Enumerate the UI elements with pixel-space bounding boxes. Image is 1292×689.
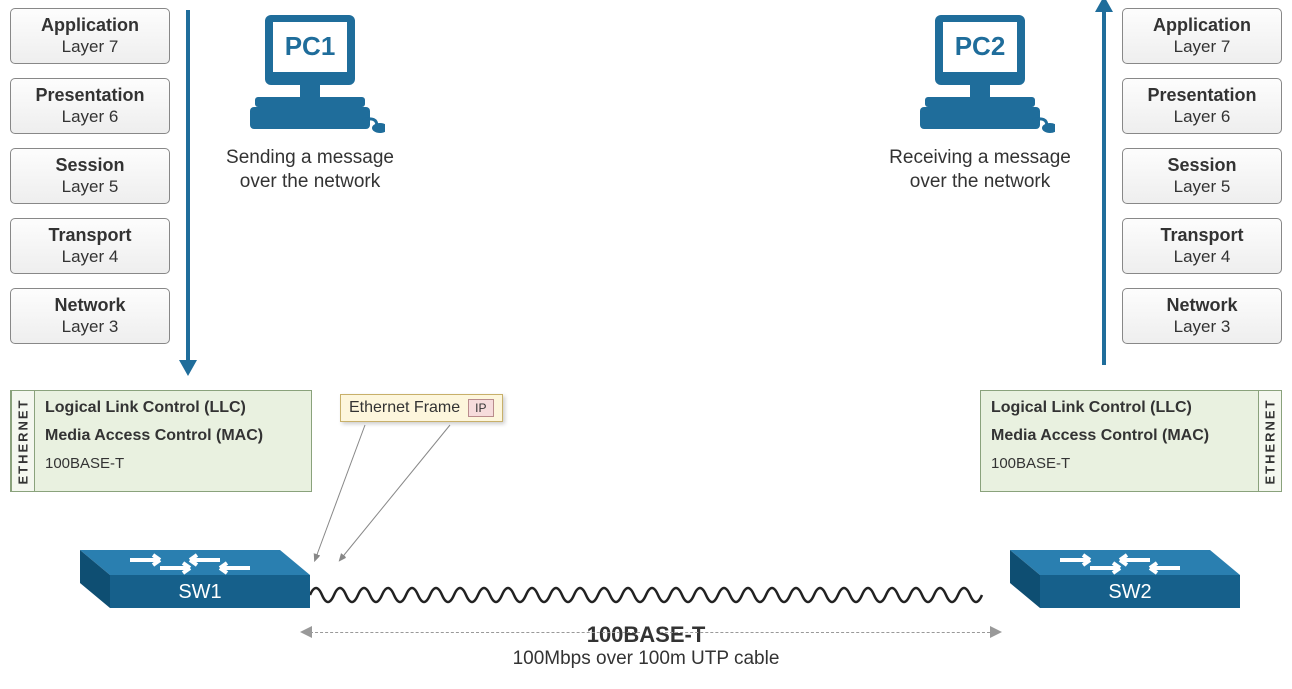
ethernet-sublayers-left: ETHERNET Logical Link Control (LLC) Medi… <box>10 390 312 492</box>
computer-icon: PC2 <box>905 10 1055 140</box>
osi-transport: TransportLayer 4 <box>1122 218 1282 274</box>
osi-network: NetworkLayer 3 <box>1122 288 1282 344</box>
osi-layer-title: Session <box>11 155 169 177</box>
osi-layer-sub: Layer 3 <box>11 317 169 337</box>
pointer-lines <box>300 420 520 580</box>
llc-label: Logical Link Control (LLC) <box>45 399 301 417</box>
llc-label: Logical Link Control (LLC) <box>991 399 1248 417</box>
ethernet-tab: ETHERNET <box>1258 391 1281 491</box>
osi-layer-title: Transport <box>11 225 169 247</box>
switch-sw2: SW2 <box>1000 520 1240 615</box>
mac-label: Media Access Control (MAC) <box>45 427 301 445</box>
caption-line: Receiving a message <box>889 147 1071 168</box>
link-title: 100BASE-T <box>0 622 1292 648</box>
frame-label: Ethernet Frame <box>349 399 460 417</box>
osi-layer-sub: Layer 5 <box>11 177 169 197</box>
pc2-caption: Receiving a message over the network <box>850 146 1110 194</box>
pc-label: PC1 <box>285 31 336 61</box>
osi-session: SessionLayer 5 <box>10 148 170 204</box>
switch-sw1: SW1 <box>70 520 310 615</box>
osi-layer-sub: Layer 4 <box>11 247 169 267</box>
osi-layer-title: Transport <box>1123 225 1281 247</box>
pc1: PC1 Sending a message over the network <box>180 10 440 194</box>
osi-layer-sub: Layer 4 <box>1123 247 1281 267</box>
ethernet-tab: ETHERNET <box>11 391 35 491</box>
utp-cable-icon <box>310 580 990 610</box>
ethernet-body: Logical Link Control (LLC) Media Access … <box>35 391 311 491</box>
osi-layer-sub: Layer 6 <box>1123 107 1281 127</box>
arrowhead-down-icon <box>179 360 197 376</box>
osi-application: ApplicationLayer 7 <box>1122 8 1282 64</box>
osi-layer-title: Session <box>1123 155 1281 177</box>
phy-label: 100BASE-T <box>45 455 301 472</box>
caption-line: over the network <box>240 171 380 192</box>
range-arrow-right-icon <box>990 626 1002 638</box>
phy-label: 100BASE-T <box>991 455 1248 472</box>
caption-line: Sending a message <box>226 147 394 168</box>
caption-line: over the network <box>910 171 1050 192</box>
osi-stack-right: ApplicationLayer 7 PresentationLayer 6 S… <box>1122 8 1282 358</box>
osi-stack-left: ApplicationLayer 7 PresentationLayer 6 S… <box>10 8 170 358</box>
switch-icon: SW2 <box>1000 520 1240 615</box>
osi-layer-title: Network <box>11 295 169 317</box>
osi-network: NetworkLayer 3 <box>10 288 170 344</box>
osi-layer-title: Presentation <box>1123 85 1281 107</box>
ethernet-frame-tag: Ethernet Frame IP <box>340 394 503 422</box>
link-label: 100BASE-T 100Mbps over 100m UTP cable <box>0 622 1292 670</box>
ethernet-tab-label: ETHERNET <box>1263 398 1278 484</box>
pc-label: PC2 <box>955 31 1006 61</box>
range-line-left <box>310 632 640 634</box>
range-line-right <box>660 632 990 634</box>
pc2: PC2 Receiving a message over the network <box>850 10 1110 194</box>
osi-layer-title: Presentation <box>11 85 169 107</box>
osi-layer-sub: Layer 5 <box>1123 177 1281 197</box>
diagram-canvas: ApplicationLayer 7 PresentationLayer 6 S… <box>0 0 1292 689</box>
computer-icon: PC1 <box>235 10 385 140</box>
osi-session: SessionLayer 5 <box>1122 148 1282 204</box>
osi-layer-title: Application <box>1123 15 1281 37</box>
osi-layer-title: Application <box>11 15 169 37</box>
ethernet-body: Logical Link Control (LLC) Media Access … <box>981 391 1258 491</box>
ethernet-sublayers-right: ETHERNET Logical Link Control (LLC) Medi… <box>980 390 1282 492</box>
mac-label: Media Access Control (MAC) <box>991 427 1248 445</box>
switch-label: SW2 <box>1108 581 1151 603</box>
switch-label: SW1 <box>178 581 221 603</box>
osi-layer-sub: Layer 7 <box>1123 37 1281 57</box>
osi-layer-sub: Layer 7 <box>11 37 169 57</box>
link-subtitle: 100Mbps over 100m UTP cable <box>0 648 1292 670</box>
range-arrow-left-icon <box>300 626 312 638</box>
ip-chip: IP <box>468 399 493 417</box>
osi-application: ApplicationLayer 7 <box>10 8 170 64</box>
osi-presentation: PresentationLayer 6 <box>10 78 170 134</box>
ethernet-tab-label: ETHERNET <box>16 398 31 484</box>
switch-icon: SW1 <box>70 520 310 615</box>
osi-presentation: PresentationLayer 6 <box>1122 78 1282 134</box>
osi-layer-sub: Layer 6 <box>11 107 169 127</box>
osi-transport: TransportLayer 4 <box>10 218 170 274</box>
osi-layer-title: Network <box>1123 295 1281 317</box>
pc1-caption: Sending a message over the network <box>180 146 440 194</box>
osi-layer-sub: Layer 3 <box>1123 317 1281 337</box>
